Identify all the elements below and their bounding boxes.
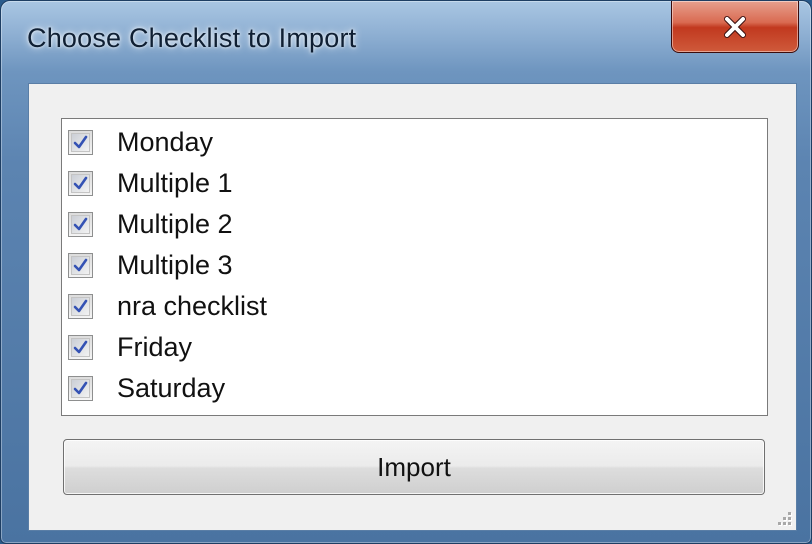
dialog-client-area: Monday Multiple 1 Multiple 2 Multiple 3 … xyxy=(28,83,797,531)
list-item-label: nra checklist xyxy=(117,291,268,321)
import-button[interactable]: Import xyxy=(63,439,765,495)
list-item-label: Multiple 2 xyxy=(117,209,233,239)
checkbox[interactable] xyxy=(68,171,93,196)
list-item-label: Multiple 1 xyxy=(117,168,233,198)
list-item-label: Saturday xyxy=(117,373,226,403)
check-mark-icon xyxy=(73,258,88,272)
list-item[interactable]: Multiple 1 xyxy=(62,163,767,204)
list-item[interactable]: Monday xyxy=(62,122,767,163)
list-item[interactable]: Multiple 3 xyxy=(62,245,767,286)
check-mark-icon xyxy=(73,176,88,190)
list-item[interactable]: Saturday xyxy=(62,368,767,409)
list-item[interactable]: Friday xyxy=(62,327,767,368)
dialog-window: Choose Checklist to Import Monday Multip… xyxy=(0,0,812,544)
title-bar[interactable]: Choose Checklist to Import xyxy=(1,1,811,83)
checkbox[interactable] xyxy=(68,376,93,401)
checkbox[interactable] xyxy=(68,130,93,155)
check-mark-icon xyxy=(73,299,88,313)
close-button[interactable] xyxy=(671,1,799,53)
check-mark-icon xyxy=(73,135,88,149)
window-title: Choose Checklist to Import xyxy=(27,23,357,53)
resize-grip[interactable] xyxy=(776,510,792,526)
list-item[interactable]: Multiple 2 xyxy=(62,204,767,245)
check-mark-icon xyxy=(73,217,88,231)
list-item-label: Multiple 3 xyxy=(117,250,233,280)
close-x-icon xyxy=(724,15,746,38)
checkbox[interactable] xyxy=(68,253,93,278)
list-item-label: Friday xyxy=(117,332,193,362)
checkbox[interactable] xyxy=(68,294,93,319)
checkbox[interactable] xyxy=(68,335,93,360)
check-mark-icon xyxy=(73,340,88,354)
checklist-listbox[interactable]: Monday Multiple 1 Multiple 2 Multiple 3 … xyxy=(61,118,768,416)
list-item-label: Monday xyxy=(117,127,214,157)
list-item[interactable]: nra checklist xyxy=(62,286,767,327)
check-mark-icon xyxy=(73,381,88,395)
checkbox[interactable] xyxy=(68,212,93,237)
